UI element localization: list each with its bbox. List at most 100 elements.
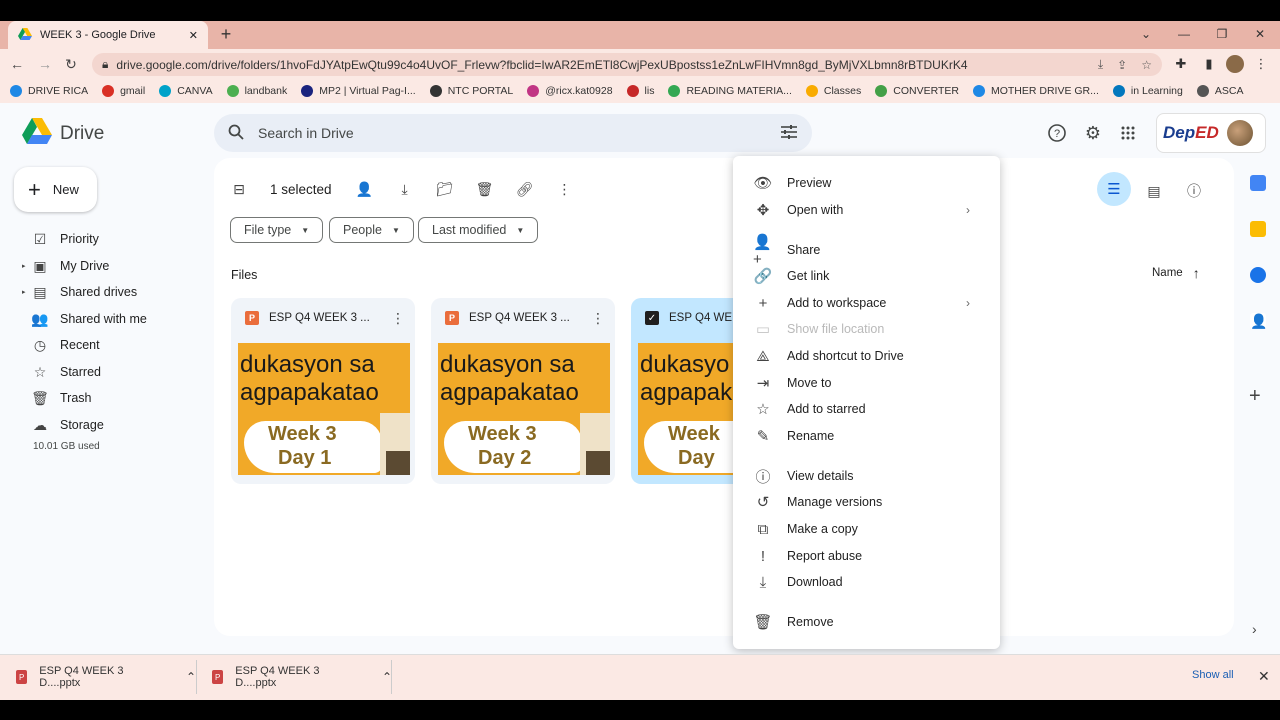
new-button[interactable]: + New <box>14 167 97 212</box>
file-more-icon[interactable]: ⋮ <box>591 310 605 327</box>
tab-close-icon[interactable]: ✕ <box>189 29 198 42</box>
keep-icon[interactable] <box>1250 221 1266 237</box>
sort-arrow-up-icon[interactable]: ↑ <box>1193 265 1200 281</box>
account-avatar[interactable] <box>1226 120 1253 146</box>
sidebar-item-shared-drives[interactable]: ▸ ▤ Shared drives <box>22 279 212 305</box>
bookmark-item[interactable]: Classes <box>805 85 861 97</box>
close-download-bar-icon[interactable]: ✕ <box>1258 668 1270 685</box>
filter-file-type[interactable]: File type ▼ <box>230 217 324 243</box>
contacts-icon[interactable]: 👤 <box>1250 313 1267 329</box>
file-more-icon[interactable]: ⋮ <box>391 310 405 327</box>
browser-menu-icon[interactable]: ⋮ <box>1252 55 1270 73</box>
menu-item-manage-versions[interactable]: ↺ Manage versions <box>733 489 1000 515</box>
checkbox-checked-icon[interactable]: ✓ <box>645 311 659 325</box>
bookmark-item[interactable]: CANVA <box>159 85 213 97</box>
bookmark-item[interactable]: READING MATERIA... <box>668 85 792 97</box>
menu-item-add-to-starred[interactable]: ☆ Add to starred <box>733 396 1000 422</box>
sidebar-item-trash[interactable]: 🗑 Trash <box>22 385 212 411</box>
show-all-downloads-link[interactable]: Show all <box>1192 669 1234 681</box>
calendar-icon[interactable] <box>1250 175 1266 191</box>
search-options-icon[interactable] <box>780 124 798 143</box>
details-info-icon[interactable]: ⓘ <box>1177 176 1211 206</box>
expand-caret-icon[interactable]: ▸ <box>22 288 32 296</box>
reload-icon[interactable]: ↻ <box>60 53 82 75</box>
download-options-icon[interactable]: ⌃ <box>186 670 196 684</box>
menu-item-preview[interactable]: 👁 Preview <box>733 170 1000 196</box>
sidebar-item-shared-with-me[interactable]: 👥 Shared with me <box>22 306 212 332</box>
share-person-icon[interactable]: 👤 <box>356 181 374 198</box>
add-addon-icon[interactable]: + <box>1249 385 1261 408</box>
extensions-icon[interactable]: ✚ <box>1172 55 1190 73</box>
bookmark-item[interactable]: MOTHER DRIVE GR... <box>972 85 1099 97</box>
minimize-icon[interactable]: — <box>1172 24 1196 44</box>
filter-people[interactable]: People ▼ <box>329 217 414 243</box>
file-card[interactable]: P ESP Q4 WEEK 3 ... ⋮ dukasyon sa agpapakata… <box>231 298 415 484</box>
search-icon[interactable] <box>228 124 244 143</box>
address-bar[interactable]: 🔒︎ drive.google.com/drive/folders/1hvoFd… <box>92 53 1162 76</box>
bookmark-star-icon[interactable]: ☆ <box>1141 58 1152 72</box>
drive-logo[interactable]: Drive <box>22 118 104 149</box>
menu-item-download[interactable]: ⤓ Download <box>733 569 1000 595</box>
bookmark-item[interactable]: lis <box>626 85 654 97</box>
menu-item-open-with[interactable]: ✥ Open with › <box>733 197 1000 223</box>
search-input[interactable]: Search in Drive <box>258 125 780 141</box>
sidebar-item-recent[interactable]: ◷ Recent <box>22 332 212 358</box>
help-icon[interactable]: ? <box>1046 122 1068 144</box>
download-icon[interactable]: ⤓ <box>396 181 414 198</box>
sidebar-item-storage[interactable]: ☁ Storage <box>22 412 212 438</box>
install-icon[interactable]: ⤓ <box>1098 57 1103 72</box>
bookmark-item[interactable]: @ricx.kat0928 <box>527 85 613 97</box>
tasks-icon[interactable] <box>1250 267 1266 283</box>
sort-control[interactable]: Name ↑ <box>1152 265 1200 281</box>
bookmark-item[interactable]: CONVERTER <box>875 85 959 97</box>
trash-icon[interactable]: 🗑 <box>476 181 494 198</box>
menu-item-rename[interactable]: ✎ Rename <box>733 423 1000 449</box>
menu-item-move-to[interactable]: ⇥ Move to <box>733 370 1000 396</box>
more-actions-icon[interactable]: ⋮ <box>556 181 574 198</box>
profile-avatar[interactable] <box>1226 55 1244 73</box>
maximize-icon[interactable]: ❐ <box>1210 24 1234 44</box>
file-card[interactable]: P ESP Q4 WEEK 3 ... ⋮ dukasyon sa agpapakata… <box>431 298 615 484</box>
menu-item-get-link[interactable]: 🔗 Get link <box>733 263 1000 289</box>
sidebar-item-priority[interactable]: ☑ Priority <box>22 226 212 252</box>
filter-last-modified[interactable]: Last modified ▼ <box>418 217 539 243</box>
tab-search-icon[interactable]: ⌄ <box>1134 24 1158 44</box>
menu-item-view-details[interactable]: ⓘ View details <box>733 463 1000 489</box>
bookmark-item[interactable]: NTC PORTAL <box>429 85 513 97</box>
new-tab-button[interactable]: + <box>216 24 236 44</box>
account-switcher[interactable]: DepED <box>1156 113 1266 153</box>
back-icon[interactable]: ← <box>6 53 28 75</box>
bookmark-item[interactable]: gmail <box>102 85 145 97</box>
forward-icon[interactable]: → <box>34 53 56 75</box>
menu-item-add-to-workspace[interactable]: + Add to workspace › <box>733 290 1000 316</box>
link-icon[interactable]: 🔗︎ <box>516 181 534 198</box>
filter-view-icon[interactable]: ☰ <box>1097 172 1131 206</box>
download-item[interactable]: P ESP Q4 WEEK 3 D....pptx ⌃ <box>196 654 392 700</box>
menu-item-remove[interactable]: 🗑 Remove <box>733 609 1000 635</box>
apps-grid-icon[interactable] <box>1117 122 1139 144</box>
priority-icon: ☑ <box>33 230 47 247</box>
browser-tab[interactable]: WEEK 3 - Google Drive ✕ <box>8 21 208 49</box>
window-close-icon[interactable]: ✕ <box>1248 24 1272 44</box>
list-view-icon[interactable]: ▤ <box>1137 176 1171 206</box>
move-folder-icon[interactable]: 📁︎ <box>436 181 454 198</box>
menu-item-make-a-copy[interactable]: ⧉ Make a copy <box>733 516 1000 542</box>
share-page-icon[interactable]: ⇪ <box>1117 58 1127 72</box>
search-bar[interactable]: Search in Drive <box>214 114 812 152</box>
bookmark-item[interactable]: MP2 | Virtual Pag-I... <box>301 85 416 97</box>
bookmark-item[interactable]: landbank <box>226 85 287 97</box>
expand-caret-icon[interactable]: ▸ <box>22 262 32 270</box>
sidebar-item-starred[interactable]: ☆ Starred <box>22 359 212 385</box>
collapse-panel-icon[interactable]: › <box>1252 621 1257 637</box>
bookmark-item[interactable]: DRIVE RICA <box>10 85 88 97</box>
download-item[interactable]: P ESP Q4 WEEK 3 D....pptx ⌃ <box>0 654 196 700</box>
bookmark-item[interactable]: ASCA <box>1196 85 1243 97</box>
menu-item-report-abuse[interactable]: ! Report abuse <box>733 543 1000 569</box>
side-panel-icon[interactable]: ▮ <box>1200 55 1218 73</box>
menu-item-add-shortcut[interactable]: ⟁ Add shortcut to Drive <box>733 343 1000 369</box>
sidebar-item-my-drive[interactable]: ▸ ▣ My Drive <box>22 253 212 279</box>
menu-item-share[interactable]: 👤+ Share <box>733 234 1000 268</box>
deselect-icon[interactable]: ⊟ <box>230 181 248 198</box>
bookmark-item[interactable]: in Learning <box>1112 85 1183 97</box>
settings-gear-icon[interactable]: ⚙ <box>1082 122 1104 144</box>
